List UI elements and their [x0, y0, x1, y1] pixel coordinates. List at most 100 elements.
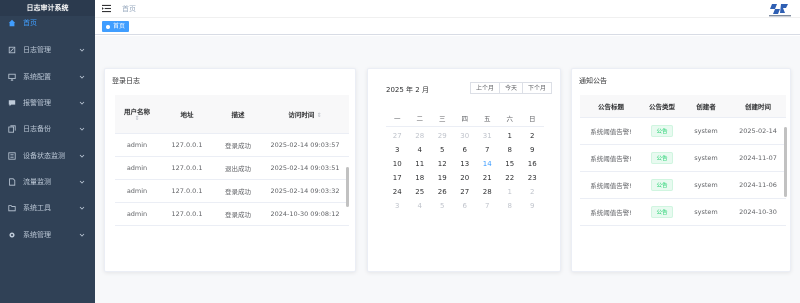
monitor-icon	[8, 73, 16, 81]
column-header-access-time[interactable]: 访问时间 ⇕	[261, 95, 349, 134]
sidebar-item-2[interactable]: 系统配置	[0, 68, 95, 86]
login-log-title: 登录日志	[112, 77, 140, 85]
table-row[interactable]: 系统阈值告警! 公告 system 2024-10-30	[580, 198, 786, 226]
calendar-day[interactable]: 27	[386, 132, 409, 140]
calendar-day[interactable]: 10	[386, 160, 409, 168]
calendar-day[interactable]: 15	[499, 160, 522, 168]
sidebar-item-5[interactable]: 设备状态监测	[0, 147, 95, 165]
sort-icon[interactable]: ⇕	[317, 112, 322, 119]
table-cell: 公告	[642, 144, 682, 172]
chevron-down-icon	[79, 154, 85, 158]
calendar-day[interactable]: 18	[409, 174, 432, 182]
table-row[interactable]: admin 127.0.0.1 登录成功 2024-10-30 09:08:12	[115, 202, 349, 226]
sidebar-item-3[interactable]: 报警管理	[0, 94, 95, 112]
column-header-title: 公告标题	[580, 95, 642, 118]
calendar-day[interactable]: 25	[409, 188, 432, 196]
calendar-day[interactable]: 23	[521, 174, 544, 182]
calendar-day[interactable]: 14	[476, 160, 499, 168]
calendar-day[interactable]: 24	[386, 188, 409, 196]
calendar-day[interactable]: 21	[476, 174, 499, 182]
sidebar-item-label: 流量监测	[23, 178, 51, 186]
calendar-day[interactable]: 7	[476, 202, 499, 210]
calendar-day[interactable]: 8	[499, 202, 522, 210]
calendar-day[interactable]: 20	[454, 174, 477, 182]
prev-month-button[interactable]: 上个月	[469, 82, 500, 94]
calendar-day[interactable]: 11	[409, 160, 432, 168]
sidebar-item-1[interactable]: 日志管理	[0, 41, 95, 59]
calendar-day[interactable]: 3	[386, 202, 409, 210]
weekday-label: 五	[484, 115, 491, 123]
sidebar: 日志审计系统 首页 日志管理 系统配置 报警管理 日志备份 设备状态监测 流量监测 系统工具系…	[0, 0, 95, 303]
table-cell: 登录成功	[215, 202, 261, 226]
sidebar-item-8[interactable]: 系统管理	[0, 226, 95, 244]
calendar-day[interactable]: 9	[521, 146, 544, 154]
copy-icon	[8, 125, 16, 133]
calendar-day[interactable]: 16	[521, 160, 544, 168]
calendar-week-row: 10 11 12 13 14 15 16	[386, 157, 544, 171]
table-row[interactable]: admin 127.0.0.1 登录成功 2025-02-14 09:03:32	[115, 179, 349, 203]
sidebar-item-4[interactable]: 日志备份	[0, 120, 95, 138]
sort-icon[interactable]: ⇕	[115, 115, 159, 122]
calendar-day[interactable]: 17	[386, 174, 409, 182]
column-header-username[interactable]: 用户名称 ⇕	[115, 95, 159, 134]
notice-table: 公告标题 公告类型 创建者 创建时间 系统阈值告警! 公告 system 2025-0…	[580, 95, 786, 226]
calendar-day[interactable]: 2	[521, 188, 544, 196]
sidebar-item-0[interactable]: 首页	[0, 14, 95, 32]
sidebar-item-label: 系统配置	[23, 73, 51, 81]
calendar-day[interactable]: 1	[499, 188, 522, 196]
notice-card: 通知公告 公告标题 公告类型 创建者 创建时间 系统阈值告警! 公告 system 2…	[571, 68, 791, 272]
table-row[interactable]: 系统阈值告警! 公告 system 2024-11-07	[580, 144, 786, 172]
calendar-day[interactable]: 6	[454, 202, 477, 210]
calendar-day[interactable]: 1	[499, 132, 522, 140]
sidebar-item-6[interactable]: 流量监测	[0, 173, 95, 191]
table-row[interactable]: 系统阈值告警! 公告 system 2025-02-14	[580, 117, 786, 145]
sidebar-item-label: 日志备份	[23, 125, 51, 133]
weekday-row: 一二三四五六日	[386, 111, 544, 125]
calendar-card: 2025 年 2 月 上个月 今天 下个月 一二三四五六日 27 28 29 30 31…	[367, 68, 561, 272]
next-month-button[interactable]: 下个月	[522, 82, 552, 94]
table-cell: 2025-02-14	[730, 117, 786, 145]
calendar-day[interactable]: 4	[409, 202, 432, 210]
calendar-day[interactable]: 9	[521, 202, 544, 210]
chevron-down-icon	[79, 75, 85, 79]
table-row[interactable]: 系统阈值告警! 公告 system 2024-11-06	[580, 171, 786, 199]
calendar-day[interactable]: 29	[431, 132, 454, 140]
table-cell: 2025-02-14 09:03:57	[261, 133, 349, 157]
calendar-day[interactable]: 6	[454, 146, 477, 154]
calendar-day[interactable]: 2	[521, 132, 544, 140]
calendar-day[interactable]: 27	[454, 188, 477, 196]
calendar-day[interactable]: 12	[431, 160, 454, 168]
hamburger-icon[interactable]	[102, 4, 111, 13]
calendar-day[interactable]: 13	[454, 160, 477, 168]
calendar-day[interactable]: 3	[386, 146, 409, 154]
calendar-day[interactable]: 26	[431, 188, 454, 196]
brand-logo-icon[interactable]	[768, 2, 792, 18]
scrollbar[interactable]	[346, 167, 349, 207]
calendar-day[interactable]: 4	[409, 146, 432, 154]
calendar-day[interactable]: 22	[499, 174, 522, 182]
breadcrumb[interactable]: 首页	[122, 4, 136, 14]
calendar-day[interactable]: 19	[431, 174, 454, 182]
table-cell: 127.0.0.1	[159, 179, 215, 203]
calendar-day[interactable]: 28	[476, 188, 499, 196]
calendar-day[interactable]: 30	[454, 132, 477, 140]
table-cell: 登录成功	[215, 179, 261, 203]
today-button[interactable]: 今天	[499, 82, 523, 94]
table-cell: 系统阈值告警!	[580, 198, 642, 226]
sidebar-item-label: 报警管理	[23, 99, 51, 107]
scrollbar[interactable]	[784, 127, 787, 197]
sidebar-item-7[interactable]: 系统工具	[0, 199, 95, 217]
table-cell: admin	[115, 179, 159, 203]
table-row[interactable]: admin 127.0.0.1 登录成功 2025-02-14 09:03:57	[115, 133, 349, 157]
calendar-day[interactable]: 5	[431, 146, 454, 154]
calendar-week-row: 27 28 29 30 31 1 2	[386, 129, 544, 143]
calendar-day[interactable]: 7	[476, 146, 499, 154]
calendar-day[interactable]: 28	[409, 132, 432, 140]
table-row[interactable]: admin 127.0.0.1 退出成功 2025-02-14 09:03:51	[115, 156, 349, 180]
calendar-day[interactable]: 8	[499, 146, 522, 154]
calendar-day[interactable]: 5	[431, 202, 454, 210]
tab-home[interactable]: 首页	[102, 21, 130, 32]
tags-view: 首页	[95, 18, 800, 35]
chevron-down-icon	[79, 48, 85, 52]
calendar-day[interactable]: 31	[476, 132, 499, 140]
